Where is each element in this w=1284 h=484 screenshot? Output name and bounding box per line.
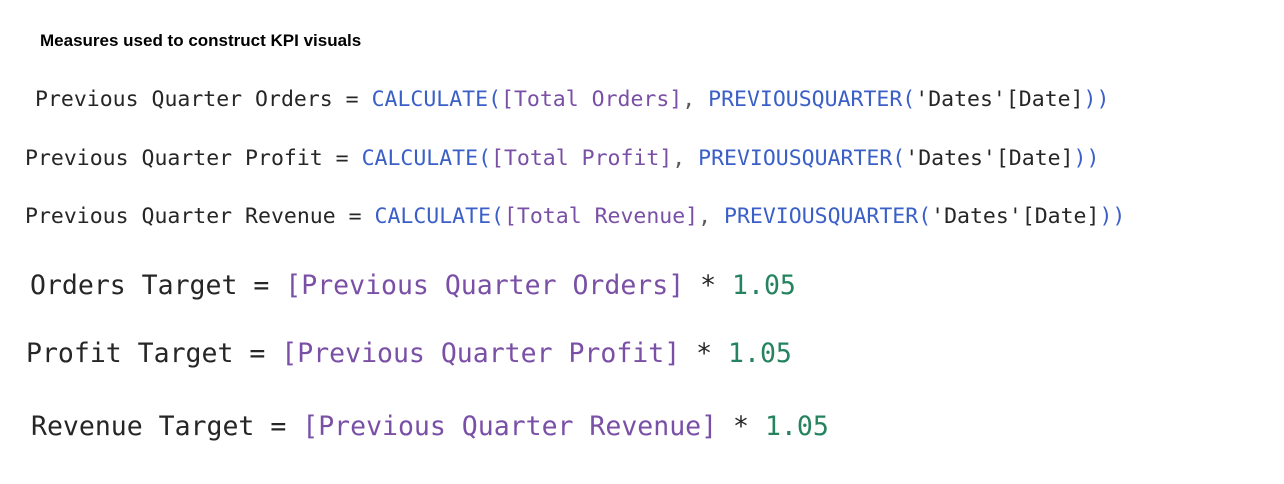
open-paren: ( [902,87,916,112]
measure-name: Previous Quarter Profit [25,146,323,171]
table-reference: 'Dates' [905,146,996,171]
multiply-operator: * [680,338,729,369]
page-title: Measures used to construct KPI visuals [40,31,362,50]
multiplier-number: 1.05 [764,411,829,442]
open-paren: ( [491,204,504,229]
measure-name: Orders Target [30,270,238,301]
table-reference: 'Dates' [915,87,1006,112]
function-previousquarter: PREVIOUSQUARTER [698,146,893,171]
dax-measure-profit-target: Profit Target = [Previous Quarter Profit… [26,338,792,369]
equals-sign: = [335,204,375,229]
measure-reference: [Total Revenue] [503,204,699,229]
measure-name: Revenue Target [31,411,255,442]
function-calculate: CALCULATE [374,204,492,229]
dax-measure-previous-quarter-profit: Previous Quarter Profit = CALCULATE([Tot… [25,148,1099,170]
function-calculate: CALCULATE [361,146,479,171]
multiplier-number: 1.05 [732,270,796,301]
measure-reference: [Total Profit] [491,146,673,171]
comma: , [698,204,725,229]
multiply-operator: * [684,270,733,301]
close-paren: )) [1073,146,1100,171]
multiply-operator: * [717,411,765,442]
column-reference: [Date] [1021,204,1100,229]
column-reference: [Date] [995,146,1074,171]
table-reference: 'Dates' [931,204,1022,229]
open-paren: ( [478,146,492,171]
close-paren: )) [1099,204,1126,229]
equals-sign: = [237,270,286,301]
comma: , [672,146,699,171]
measure-reference: [Previous Quarter Orders] [285,270,685,301]
measure-name: Previous Quarter Revenue [25,204,336,229]
open-paren: ( [918,204,932,229]
measure-reference: [Previous Quarter Revenue] [302,411,718,442]
close-paren: )) [1083,87,1110,112]
equals-sign: = [254,411,303,442]
dax-measure-previous-quarter-orders: Previous Quarter Orders = CALCULATE([Tot… [35,89,1109,111]
dax-measure-revenue-target: Revenue Target = [Previous Quarter Reven… [31,411,829,442]
equals-sign: = [322,146,362,171]
function-calculate: CALCULATE [371,87,489,112]
measure-name: Profit Target [26,338,234,369]
column-reference: [Date] [1005,87,1084,112]
open-paren: ( [488,87,502,112]
measure-name: Previous Quarter Orders [35,87,333,112]
equals-sign: = [233,338,282,369]
dax-measure-orders-target: Orders Target = [Previous Quarter Orders… [30,270,796,301]
measure-reference: [Previous Quarter Profit] [281,338,681,369]
equals-sign: = [332,87,372,112]
open-paren: ( [892,146,906,171]
multiplier-number: 1.05 [728,338,792,369]
function-previousquarter: PREVIOUSQUARTER [724,204,919,229]
measure-reference: [Total Orders] [501,87,683,112]
dax-measure-previous-quarter-revenue: Previous Quarter Revenue = CALCULATE([To… [25,206,1125,228]
function-previousquarter: PREVIOUSQUARTER [708,87,903,112]
comma: , [682,87,709,112]
